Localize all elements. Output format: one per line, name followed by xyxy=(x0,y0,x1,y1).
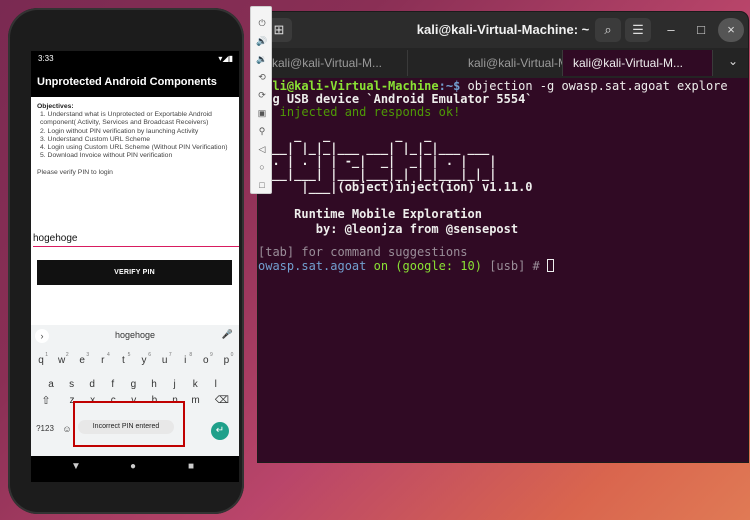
prompt-usb: [usb] # xyxy=(481,259,548,273)
nav-back-icon[interactable]: ▼ xyxy=(71,461,81,472)
key-t[interactable]: t5 xyxy=(115,351,131,371)
status-time: 3:33 xyxy=(38,54,54,63)
navigation-bar: ▼ ● ■ xyxy=(31,456,239,482)
nav-recents-icon[interactable]: ■ xyxy=(188,461,194,472)
close-icon[interactable]: × xyxy=(718,18,744,42)
output-line: Runtime Mobile Exploration xyxy=(258,207,482,221)
pin-input[interactable] xyxy=(33,230,239,247)
objectives-label: Objectives: xyxy=(37,103,74,110)
key-number-hint: 8 xyxy=(189,352,193,358)
verify-pin-button[interactable]: VERIFY PIN xyxy=(37,260,232,285)
output-line: [tab] for command suggestions xyxy=(258,245,468,259)
command-text: objection -g owasp.sat.agoat explore xyxy=(460,79,728,93)
prompt-on: on xyxy=(366,259,396,273)
zoom-icon[interactable]: ⚲ xyxy=(251,123,273,139)
key-e[interactable]: e3 xyxy=(74,351,90,371)
microphone-icon[interactable]: 🎤 xyxy=(222,329,233,340)
back-icon[interactable]: ◁ xyxy=(251,141,273,157)
camera-icon[interactable]: ▣ xyxy=(251,105,273,121)
rotate-left-icon[interactable]: ⟲ xyxy=(251,69,273,85)
red-highlight-box xyxy=(73,401,185,447)
prompt-device: (google: 10) xyxy=(395,259,482,273)
output-line: by: @leonjza from @sensepost xyxy=(258,222,519,236)
output-line: nt injected and responds ok! xyxy=(258,105,461,119)
signal-battery-icon: ▾◢▮ xyxy=(218,54,233,63)
objective-item: 2. Login without PIN verification by lau… xyxy=(40,127,199,135)
terminal-tab[interactable]: kali@kali-Virtual-M... xyxy=(408,50,563,76)
search-icon[interactable]: ⌕ xyxy=(595,18,621,42)
objective-item: 4. Login using Custom URL Scheme (Withou… xyxy=(40,144,228,152)
terminal-tab-active[interactable]: kali@kali-Virtual-M... xyxy=(563,50,713,76)
volume-up-icon[interactable]: 🔊 xyxy=(251,33,273,49)
prompt-app: owasp.sat.agoat xyxy=(258,259,367,273)
terminal-tab[interactable]: kali@kali-Virtual-M... xyxy=(258,50,408,76)
terminal-output[interactable]: kali@kali-Virtual-Machine:~$ objection -… xyxy=(258,78,748,462)
app-title: Unprotected Android Components xyxy=(37,76,217,88)
ascii-logo-line: |___|(object)inject(ion) v1.11.0 xyxy=(258,180,533,194)
emulator-toolbar: ⏻ 🔊 🔉 ⟲ ⟳ ▣ ⚲ ◁ ○ □ xyxy=(250,6,272,194)
key-number-hint: 3 xyxy=(86,352,90,358)
volume-down-icon[interactable]: 🔉 xyxy=(251,51,273,67)
objective-item: 3. Understand Custom URL Scheme xyxy=(40,135,151,143)
key-number-hint: 1 xyxy=(45,352,48,358)
enter-key-icon[interactable]: ↵ xyxy=(211,422,229,440)
key-number-hint: 0 xyxy=(230,352,234,358)
key-w[interactable]: w2 xyxy=(54,351,70,371)
terminal-titlebar: ⊞ kali@kali-Virtual-Machine: ~ ⌕ ☰ – □ × xyxy=(258,12,748,48)
maximize-icon[interactable]: □ xyxy=(688,18,714,42)
menu-icon[interactable]: ☰ xyxy=(625,18,651,42)
power-icon[interactable]: ⏻ xyxy=(251,15,273,31)
key-p[interactable]: p0 xyxy=(218,351,234,371)
terminal-window[interactable]: ⊞ kali@kali-Virtual-Machine: ~ ⌕ ☰ – □ ×… xyxy=(258,12,748,462)
key-a[interactable]: a xyxy=(43,375,59,395)
key-number-hint: 2 xyxy=(65,352,69,358)
key-o[interactable]: o9 xyxy=(198,351,214,371)
prompt-user: kali@kali-Virtual-Machine xyxy=(258,79,439,93)
prompt-path: :~$ xyxy=(438,79,461,93)
objectives-panel: Objectives: 1. Understand what is Unprot… xyxy=(37,103,235,178)
symbols-key[interactable]: ?123 xyxy=(33,419,57,439)
key-q[interactable]: q1 xyxy=(33,351,49,371)
key-l[interactable]: l xyxy=(208,375,224,395)
pin-prompt: Please verify PIN to login xyxy=(37,169,113,177)
key-number-hint: 9 xyxy=(210,352,213,358)
terminal-cursor xyxy=(547,259,555,272)
terminal-tab-bar: kali@kali-Virtual-M... kali@kali-Virtual… xyxy=(258,48,748,78)
key-i[interactable]: i8 xyxy=(177,351,193,371)
key-y[interactable]: y6 xyxy=(136,351,152,371)
objective-item: 5. Download Invoice without PIN verifica… xyxy=(40,152,173,160)
suggestion-word[interactable]: hogehoge xyxy=(31,330,239,340)
suggestion-strip: › hogehoge 🎤 xyxy=(31,325,239,347)
key-number-hint: 4 xyxy=(107,352,110,358)
key-u[interactable]: u7 xyxy=(157,351,173,371)
key-number-hint: 7 xyxy=(168,352,172,358)
home-icon[interactable]: ○ xyxy=(251,159,273,175)
key-number-hint: 5 xyxy=(127,352,131,358)
minimize-icon[interactable]: – xyxy=(658,18,684,42)
app-bar: Unprotected Android Components xyxy=(31,67,239,97)
nav-home-icon[interactable]: ● xyxy=(130,461,136,472)
key-m[interactable]: m xyxy=(188,391,204,411)
overview-icon[interactable]: □ xyxy=(251,177,273,193)
objective-item: 1. Understand what is Unprotected or Exp… xyxy=(40,111,212,127)
rotate-right-icon[interactable]: ⟳ xyxy=(251,87,273,103)
key-number-hint: 6 xyxy=(148,352,151,358)
chevron-down-icon[interactable]: ⌄ xyxy=(728,54,738,68)
key-r[interactable]: r4 xyxy=(95,351,111,371)
status-bar: 3:33 ▾◢▮ xyxy=(31,51,239,67)
